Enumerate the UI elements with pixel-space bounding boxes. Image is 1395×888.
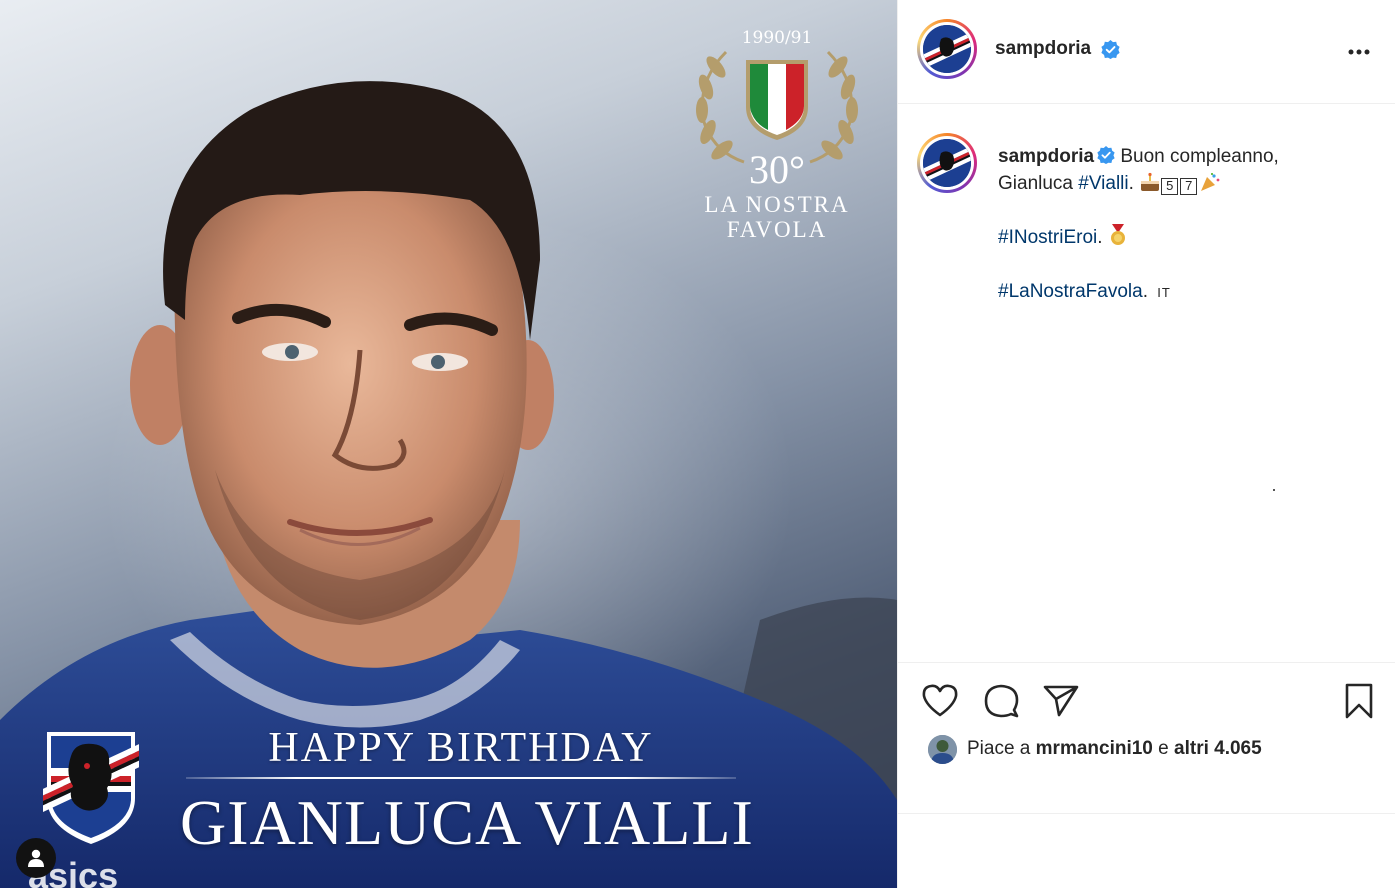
hashtag-vialli[interactable]: #Vialli	[1078, 173, 1128, 194]
caption-line-2: #INostriEroi.	[998, 224, 1318, 251]
paper-plane-icon	[1043, 685, 1079, 717]
caption-punct: .	[1142, 281, 1148, 302]
caption-punct: .	[1097, 227, 1103, 248]
title-divider	[186, 777, 736, 779]
digit-seven: 7	[1180, 178, 1198, 195]
anniversary-number: 30°	[749, 147, 805, 192]
comment-button[interactable]	[981, 681, 1021, 721]
share-button[interactable]	[1041, 681, 1081, 721]
more-dots-icon	[1348, 49, 1370, 55]
season-label: 1990/91	[741, 28, 813, 48]
likes-summary: Piace a mrmancini10 e altri 4.065	[928, 733, 1262, 765]
verified-badge-icon	[1097, 146, 1115, 164]
anniversary-tagline: LA NOSTRA FAVOLA	[686, 192, 868, 242]
more-options-button[interactable]	[1344, 36, 1374, 66]
hashtag-lanostrafavola[interactable]: #LaNostraFavola	[998, 281, 1143, 302]
author-username[interactable]: sampdoria	[995, 38, 1091, 60]
like-button[interactable]	[920, 681, 960, 721]
sampdoria-logo-icon	[923, 25, 971, 73]
scudetto-icon	[746, 60, 808, 140]
liker-avatar[interactable]	[928, 734, 957, 764]
birthday-cake-icon	[1141, 172, 1160, 191]
likes-connector: e	[1152, 738, 1175, 759]
post-header: sampdoria	[898, 0, 1395, 104]
post-side-panel: sampdoria sampdoria Buon compleanno, Gia…	[897, 0, 1395, 888]
comment-icon	[984, 684, 1019, 718]
user-icon	[28, 849, 44, 867]
player-name: GIANLUCA VIALLI	[180, 787, 754, 858]
caption-text: sampdoria Buon compleanno, Gianluca #Via…	[998, 143, 1318, 306]
post-image: asics 1990/91 30° LA NOSTRA FAVOLA HAPPY…	[0, 0, 897, 888]
author-avatar[interactable]	[917, 19, 977, 79]
tagline-line1: LA NOSTRA	[704, 192, 850, 217]
post-actions: Piace a mrmancini10 e altri 4.065	[898, 662, 1395, 814]
medal-icon	[1110, 224, 1125, 245]
tagged-users-button[interactable]	[16, 838, 56, 878]
tagline-line2: FAVOLA	[726, 217, 828, 242]
translate-button[interactable]: IT	[1157, 285, 1171, 300]
hashtag-inostrieroi[interactable]: #INostriEroi	[998, 227, 1097, 248]
caption-scroll-indicator	[1273, 489, 1275, 491]
bookmark-icon	[1345, 683, 1373, 719]
caption-username[interactable]: sampdoria	[998, 146, 1094, 167]
caption-punct: .	[1128, 173, 1140, 194]
sampdoria-logo-icon	[923, 139, 971, 187]
likes-others[interactable]: altri 4.065	[1174, 738, 1262, 760]
save-button[interactable]	[1339, 681, 1379, 721]
greeting-title: HAPPY BIRTHDAY	[268, 725, 654, 771]
liker-username[interactable]: mrmancini10	[1036, 738, 1153, 760]
party-popper-icon	[1201, 173, 1220, 191]
heart-icon	[922, 684, 958, 717]
sampdoria-crest-icon	[43, 732, 139, 844]
caption-line-3: #LaNostraFavola. IT	[998, 278, 1318, 306]
likes-prefix: Piace a	[967, 738, 1036, 759]
post-caption: sampdoria Buon compleanno, Gianluca #Via…	[898, 105, 1395, 662]
caption-author-avatar[interactable]	[917, 133, 977, 193]
digit-five: 5	[1161, 178, 1179, 195]
verified-badge-icon	[1101, 40, 1120, 59]
